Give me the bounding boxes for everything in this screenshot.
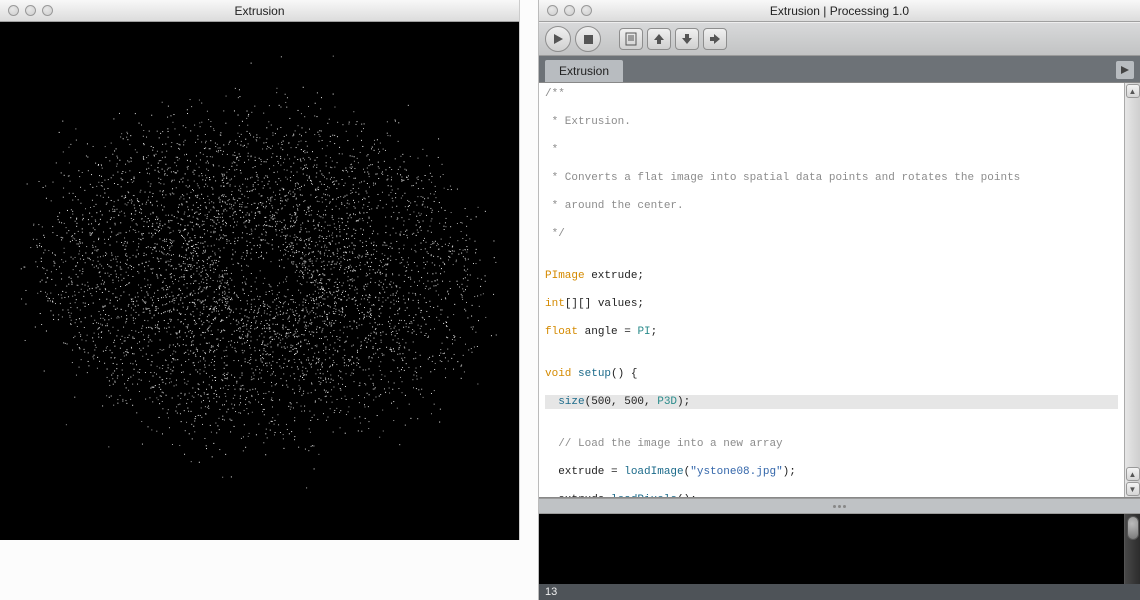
- ide-window: Extrusion | Processing 1.0 Extrusion /**: [538, 0, 1140, 600]
- export-button[interactable]: [703, 28, 727, 50]
- code-line[interactable]: extrude = loadImage("ystone08.jpg");: [545, 465, 1118, 479]
- console-scrollbar[interactable]: [1124, 514, 1140, 584]
- code-line[interactable]: float angle = PI;: [545, 325, 1118, 339]
- ide-window-title: Extrusion | Processing 1.0: [539, 4, 1140, 18]
- arrow-up-icon: [653, 33, 665, 45]
- scroll-thumb-icon[interactable]: [1127, 516, 1139, 540]
- minimize-icon[interactable]: [25, 5, 36, 16]
- save-button[interactable]: [675, 28, 699, 50]
- scroll-up-icon[interactable]: ▲: [1126, 467, 1140, 481]
- code-line[interactable]: *: [545, 143, 1118, 157]
- code-editor[interactable]: /** * Extrusion. * * Converts a flat ima…: [539, 83, 1124, 497]
- ide-titlebar[interactable]: Extrusion | Processing 1.0: [539, 0, 1140, 22]
- code-line[interactable]: /**: [545, 87, 1118, 101]
- tab-extrusion[interactable]: Extrusion: [545, 60, 623, 82]
- code-line[interactable]: * Converts a flat image into spatial dat…: [545, 171, 1118, 185]
- editor-scrollbar[interactable]: ▲ ▲ ▼: [1124, 83, 1140, 497]
- close-icon[interactable]: [8, 5, 19, 16]
- code-line[interactable]: int[][] values;: [545, 297, 1118, 311]
- sketch-output-window: Extrusion: [0, 0, 520, 540]
- tab-bar: Extrusion: [539, 56, 1140, 82]
- code-line[interactable]: // Load the image into a new array: [545, 437, 1118, 451]
- sketch-window-title: Extrusion: [0, 4, 519, 18]
- code-line[interactable]: extrude.loadPixels();: [545, 493, 1118, 497]
- scroll-up-icon[interactable]: ▲: [1126, 84, 1140, 98]
- sketch-canvas: [0, 22, 519, 540]
- console: [539, 514, 1140, 584]
- code-line[interactable]: size(500, 500, P3D);: [545, 395, 1118, 409]
- code-line[interactable]: * around the center.: [545, 199, 1118, 213]
- sketch-titlebar[interactable]: Extrusion: [0, 0, 519, 22]
- arrow-down-icon: [681, 33, 693, 45]
- code-line[interactable]: void setup() {: [545, 367, 1118, 381]
- stop-button[interactable]: [575, 26, 601, 52]
- extrusion-render-icon: [0, 22, 519, 540]
- arrow-right-icon: [1121, 66, 1129, 74]
- status-bar: 13: [539, 584, 1140, 600]
- zoom-icon[interactable]: [581, 5, 592, 16]
- line-number: 13: [545, 586, 557, 598]
- minimize-icon[interactable]: [564, 5, 575, 16]
- run-button[interactable]: [545, 26, 571, 52]
- arrow-right-icon: [709, 33, 721, 45]
- scroll-down-icon[interactable]: ▼: [1126, 482, 1140, 496]
- new-file-icon: [625, 32, 637, 46]
- open-button[interactable]: [647, 28, 671, 50]
- stop-icon: [584, 35, 593, 44]
- code-line[interactable]: * Extrusion.: [545, 115, 1118, 129]
- code-line[interactable]: PImage extrude;: [545, 269, 1118, 283]
- play-icon: [553, 34, 563, 44]
- editor-area: /** * Extrusion. * * Converts a flat ima…: [539, 82, 1140, 498]
- close-icon[interactable]: [547, 5, 558, 16]
- tab-menu-button[interactable]: [1116, 61, 1134, 79]
- zoom-icon[interactable]: [42, 5, 53, 16]
- window-controls: [0, 5, 53, 16]
- new-button[interactable]: [619, 28, 643, 50]
- ide-toolbar: [539, 22, 1140, 56]
- console-output[interactable]: [539, 514, 1124, 584]
- resize-grip-icon[interactable]: [820, 502, 860, 510]
- message-strip[interactable]: [539, 498, 1140, 514]
- window-controls: [539, 5, 592, 16]
- code-line[interactable]: */: [545, 227, 1118, 241]
